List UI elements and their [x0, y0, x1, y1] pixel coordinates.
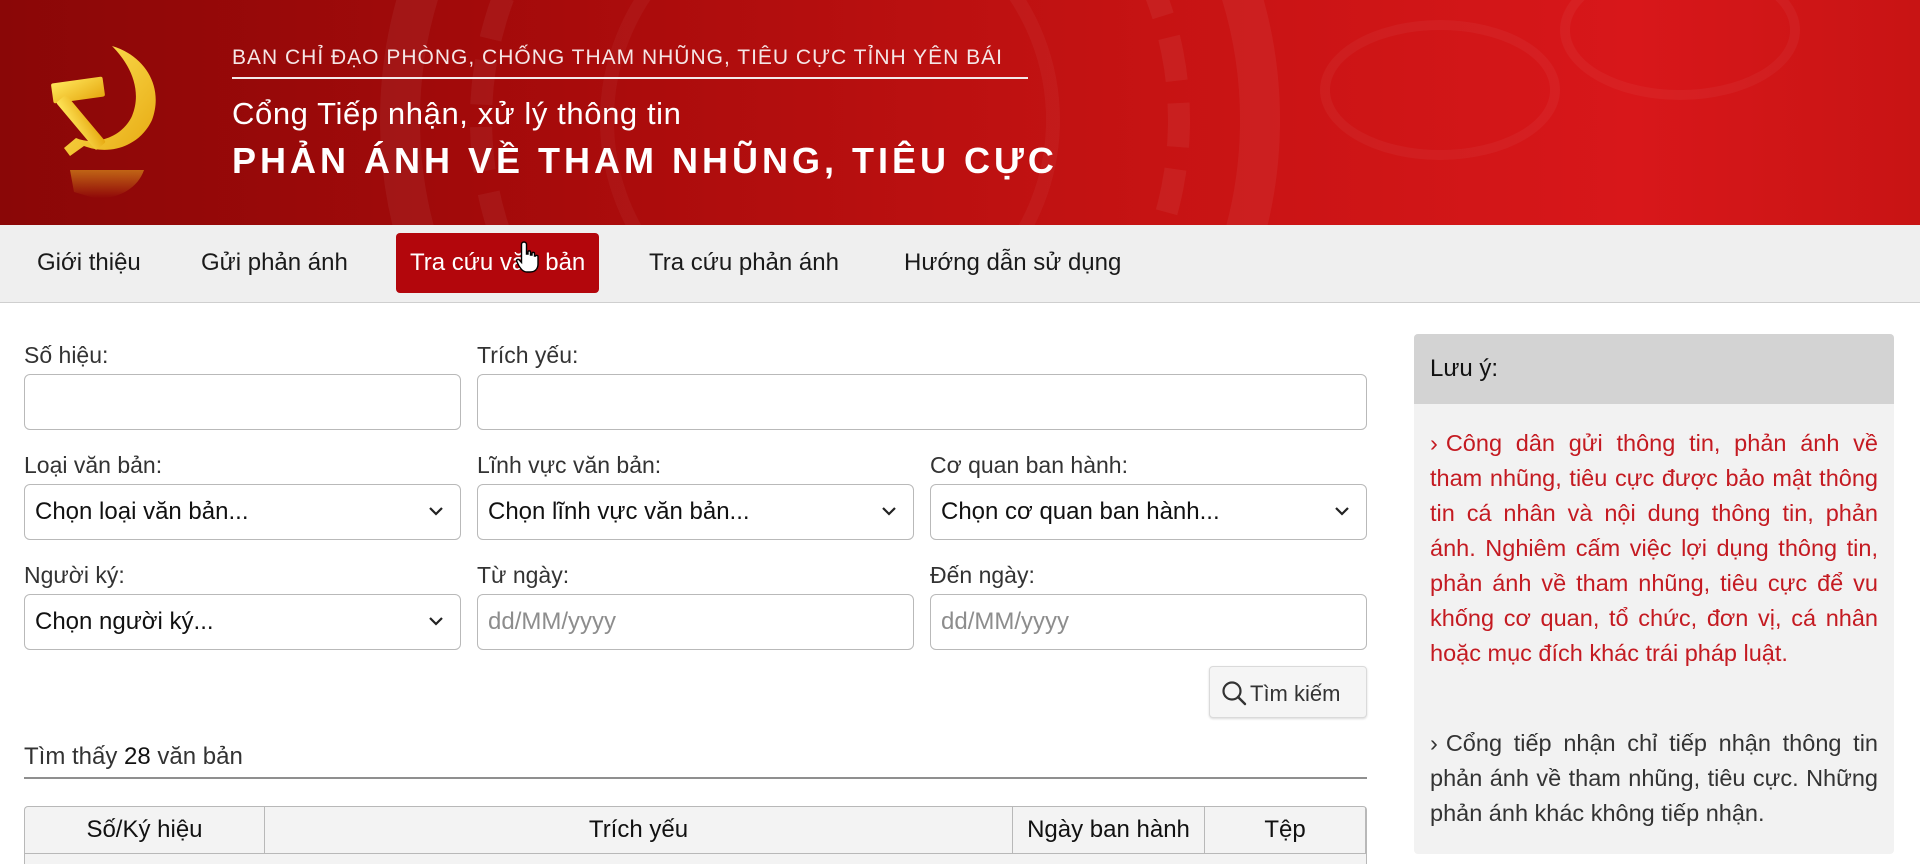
- nguoi-ky-value: Chọn người ký...: [35, 608, 214, 635]
- col-header-so-ky-hieu[interactable]: Số/Ký hiệu: [25, 807, 265, 853]
- search-icon: [1222, 681, 1247, 706]
- nguoi-ky-label: Người ký:: [24, 562, 125, 588]
- col-header-tep[interactable]: Tệp: [1205, 807, 1366, 853]
- trich-yeu-input[interactable]: [477, 374, 1367, 430]
- documents-table: Số/Ký hiệu Trích yếu Ngày ban hành Tệp: [24, 806, 1367, 864]
- so-hieu-label: Số hiệu:: [24, 342, 109, 368]
- loai-van-ban-label: Loại văn bản:: [24, 452, 163, 478]
- chevron-right-icon: ›: [1430, 730, 1438, 756]
- loai-van-ban-select[interactable]: Chọn loại văn bản...: [24, 484, 461, 540]
- den-ngay-input[interactable]: dd/MM/yyyy: [930, 594, 1367, 650]
- main-nav: Giới thiệu Gửi phản ánh Tra cứu văn bản …: [0, 225, 1920, 303]
- result-summary: Tìm thấy 28 văn bản: [24, 743, 243, 771]
- result-suffix: văn bản: [157, 743, 243, 770]
- hand-cursor-icon: [516, 241, 539, 273]
- chevron-down-icon: [1335, 507, 1349, 516]
- so-hieu-input[interactable]: [24, 374, 461, 430]
- note-item-privacy: › Công dân gửi thông tin, phản ánh về tha…: [1430, 426, 1878, 671]
- linh-vuc-select[interactable]: Chọn lĩnh vực văn bản...: [477, 484, 914, 540]
- den-ngay-label: Đến ngày:: [930, 562, 1035, 588]
- note-panel: Lưu ý: › Công dân gửi thông tin, phản ánh…: [1414, 334, 1894, 854]
- bird-pattern: [1560, 0, 1800, 100]
- table-header-divider: [25, 853, 1366, 854]
- search-button[interactable]: Tìm kiếm: [1209, 666, 1367, 718]
- loai-van-ban-value: Chọn loại văn bản...: [35, 498, 249, 525]
- org-name: BAN CHỈ ĐẠO PHÒNG, CHỐNG THAM NHŨNG, TIÊ…: [232, 46, 1003, 69]
- portal-subtitle: Cổng Tiếp nhận, xử lý thông tin: [232, 96, 682, 131]
- note-title: Lưu ý:: [1414, 334, 1894, 404]
- hammer-sickle-icon: [51, 46, 156, 199]
- nav-tra-cuu-phan-anh[interactable]: Tra cứu phản ánh: [635, 233, 853, 293]
- bird-pattern: [1320, 20, 1560, 160]
- note-item-scope: › Cổng tiếp nhận chỉ tiếp nhận thông tin …: [1430, 726, 1878, 831]
- linh-vuc-label: Lĩnh vực văn bản:: [477, 452, 662, 478]
- note-item-scope-text: Cổng tiếp nhận chỉ tiếp nhận thông tin p…: [1430, 730, 1878, 826]
- header-divider: [232, 77, 1028, 79]
- results-divider: [24, 777, 1367, 779]
- result-count: 28: [124, 743, 151, 770]
- search-button-label: Tìm kiếm: [1250, 681, 1341, 706]
- nav-gioi-thieu[interactable]: Giới thiệu: [23, 233, 155, 293]
- co-quan-label: Cơ quan ban hành:: [930, 452, 1128, 478]
- note-item-privacy-text: Công dân gửi thông tin, phản ánh về tham…: [1430, 430, 1878, 666]
- chevron-down-icon: [429, 507, 443, 516]
- header-banner: BAN CHỈ ĐẠO PHÒNG, CHỐNG THAM NHŨNG, TIÊ…: [0, 0, 1920, 225]
- co-quan-select[interactable]: Chọn cơ quan ban hành...: [930, 484, 1367, 540]
- chevron-down-icon: [882, 507, 896, 516]
- chevron-right-icon: ›: [1430, 430, 1438, 456]
- result-prefix: Tìm thấy: [24, 743, 118, 770]
- nav-tra-cuu-van-ban[interactable]: Tra cứu văn bản: [396, 233, 600, 293]
- nav-gui-phan-anh[interactable]: Gửi phản ánh: [187, 233, 362, 293]
- chevron-down-icon: [429, 617, 443, 626]
- nav-huong-dan[interactable]: Hướng dẫn sử dụng: [890, 233, 1135, 293]
- nguoi-ky-select[interactable]: Chọn người ký...: [24, 594, 461, 650]
- co-quan-value: Chọn cơ quan ban hành...: [941, 498, 1220, 525]
- col-header-trich-yeu[interactable]: Trích yếu: [265, 807, 1013, 853]
- tu-ngay-label: Từ ngày:: [477, 562, 570, 588]
- trich-yeu-label: Trích yếu:: [477, 342, 579, 368]
- col-header-ngay-ban-hanh[interactable]: Ngày ban hành: [1013, 807, 1205, 853]
- portal-title: PHẢN ÁNH VỀ THAM NHŨNG, TIÊU CỰC: [232, 140, 1058, 181]
- tu-ngay-input[interactable]: dd/MM/yyyy: [477, 594, 914, 650]
- linh-vuc-value: Chọn lĩnh vực văn bản...: [488, 498, 750, 525]
